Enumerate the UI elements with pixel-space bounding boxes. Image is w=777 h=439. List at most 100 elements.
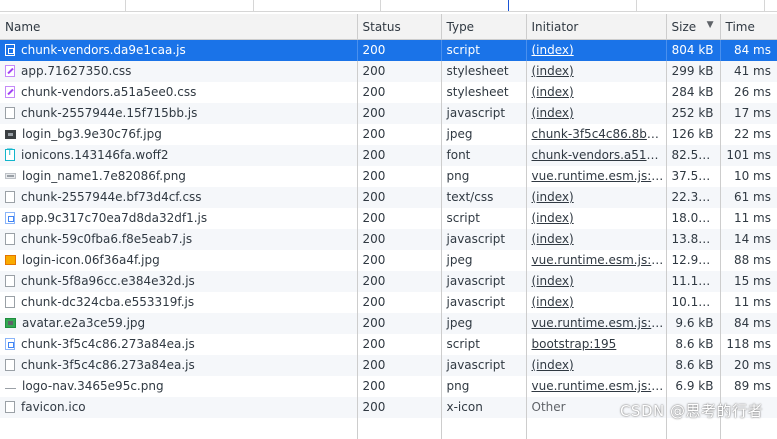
request-status: 200: [356, 270, 441, 292]
timeline-overview[interactable]: [0, 0, 777, 12]
request-initiator-cell: (index): [525, 354, 666, 376]
file-type-icon: [5, 233, 15, 245]
request-initiator[interactable]: (index): [532, 43, 574, 57]
request-status: 200: [356, 39, 441, 61]
request-initiator[interactable]: chunk-vendors.a51a5e...: [532, 148, 667, 162]
file-type-icon: [5, 148, 15, 161]
request-row[interactable]: login-icon.06f36a4f.jpg 200 jpeg vue.runtim…: [0, 249, 777, 271]
request-status: 200: [356, 228, 441, 250]
timeline-tick: [380, 0, 381, 11]
request-row[interactable]: app.71627350.css 200 stylesheet (index) 299 …: [0, 60, 777, 82]
request-row[interactable]: app.9c317c70ea7d8da32df1.js 200 script (ind…: [0, 207, 777, 229]
request-name: chunk-3f5c4c86.273a84ea.js: [21, 337, 195, 351]
request-initiator[interactable]: (index): [532, 106, 574, 120]
request-time: 61 ms: [719, 186, 777, 208]
request-type: javascript: [440, 291, 526, 313]
request-name: avatar.e2a3ce59.jpg: [22, 316, 146, 330]
request-type: javascript: [440, 270, 526, 292]
timeline-tick: [253, 0, 254, 11]
request-size: 10.1 kB: [665, 291, 720, 313]
request-name: favicon.ico: [21, 400, 86, 414]
request-status: 200: [356, 165, 441, 187]
request-status: 200: [356, 60, 441, 82]
file-type-icon: [5, 359, 15, 371]
request-initiator-cell: vue.runtime.esm.js:6785: [525, 375, 667, 397]
request-name-cell: logo-nav.3465e95c.png: [0, 376, 357, 397]
column-header-status[interactable]: Status: [356, 14, 441, 40]
request-initiator-cell: vue.runtime.esm.js:6785: [525, 249, 667, 271]
request-initiator-cell: vue.runtime.esm.js:6785: [525, 312, 667, 334]
request-initiator[interactable]: (index): [532, 64, 574, 78]
request-row[interactable]: chunk-2557944e.15f715bb.js 200 javascript (…: [0, 102, 777, 124]
request-initiator[interactable]: vue.runtime.esm.js:6785: [532, 379, 667, 393]
request-initiator[interactable]: (index): [532, 295, 574, 309]
request-size: 82.5 kB: [665, 144, 720, 166]
request-name: ionicons.143146fa.woff2: [21, 148, 169, 162]
request-type: x-icon: [440, 396, 526, 418]
request-status: 200: [356, 312, 441, 334]
request-type: text/css: [440, 186, 526, 208]
request-initiator-cell: (index): [525, 228, 666, 250]
request-time: 41 ms: [719, 60, 777, 82]
request-row[interactable]: chunk-3f5c4c86.273a84ea.js 200 javascript (…: [0, 354, 777, 376]
file-type-icon: [5, 318, 16, 328]
request-initiator-cell: (index): [525, 102, 666, 124]
request-time: 15 ms: [719, 270, 777, 292]
request-initiator[interactable]: (index): [532, 190, 574, 204]
request-initiator-cell: (index): [525, 186, 666, 208]
request-row[interactable]: chunk-vendors.a51a5ee0.css 200 stylesheet (…: [0, 81, 777, 103]
request-row[interactable]: chunk-dc324cba.e553319f.js 200 javascript (…: [0, 291, 777, 313]
table-header-row: Name Status Type Initiator Size ▼ Time: [0, 14, 777, 40]
request-row[interactable]: chunk-59c0fba6.f8e5eab7.js 200 javascript (…: [0, 228, 777, 250]
request-name-cell: chunk-3f5c4c86.273a84ea.js: [0, 354, 357, 376]
request-row[interactable]: chunk-5f8a96cc.e384e32d.js 200 javascript (…: [0, 270, 777, 292]
request-size: 37.5 kB: [665, 165, 720, 187]
request-type: jpeg: [440, 123, 526, 145]
file-type-icon: [5, 401, 15, 413]
request-row[interactable]: avatar.e2a3ce59.jpg 200 jpeg vue.runtime.es…: [0, 312, 777, 334]
request-initiator[interactable]: (index): [532, 232, 574, 246]
request-initiator[interactable]: (index): [532, 358, 574, 372]
request-name: chunk-59c0fba6.f8e5eab7.js: [21, 232, 193, 246]
request-initiator[interactable]: (index): [532, 274, 574, 288]
request-initiator[interactable]: vue.runtime.esm.js:6785: [532, 169, 667, 183]
request-initiator[interactable]: bootstrap:195: [532, 337, 617, 351]
timeline-tick: [636, 0, 637, 11]
request-time: 22 ms: [719, 123, 777, 145]
request-initiator[interactable]: (index): [532, 85, 574, 99]
request-time: 84 ms: [719, 312, 777, 334]
request-row[interactable]: ionicons.143146fa.woff2 200font chunk-vend…: [0, 144, 777, 166]
request-status: 200: [356, 81, 441, 103]
request-status: 200: [356, 186, 441, 208]
column-header-name[interactable]: Name: [0, 14, 357, 40]
request-size: 8.6 kB: [665, 333, 720, 355]
request-name: login_name1.7e82086f.png: [22, 169, 186, 183]
request-initiator[interactable]: (index): [532, 211, 574, 225]
request-row[interactable]: login_name1.7e82086f.png 200 png vue.runtim…: [0, 165, 777, 187]
request-row[interactable]: logo-nav.3465e95c.png 200 png vue.runtime.e…: [0, 375, 777, 397]
request-name: chunk-2557944e.bf73d4cf.css: [21, 190, 202, 204]
request-initiator[interactable]: chunk-3f5c4c86.8b8b2...: [532, 127, 667, 141]
request-row[interactable]: chunk-3f5c4c86.273a84ea.js 200 script boots…: [0, 333, 777, 355]
request-name-cell: app.9c317c70ea7d8da32df1.js: [0, 208, 357, 229]
column-header-initiator[interactable]: Initiator: [525, 14, 666, 40]
request-size: 9.6 kB: [665, 312, 720, 334]
column-header-size[interactable]: Size ▼: [665, 14, 720, 40]
request-initiator[interactable]: vue.runtime.esm.js:6785: [532, 253, 667, 267]
request-row[interactable]: login_bg3.9e30c76f.jpg 200 jpeg chunk-3f5c4…: [0, 123, 777, 145]
request-row[interactable]: chunk-vendors.da9e1caa.js 200 script (index…: [0, 39, 777, 61]
request-type: javascript: [440, 102, 526, 124]
column-header-type[interactable]: Type: [440, 14, 526, 40]
request-size: 299 kB: [665, 60, 720, 82]
request-type: jpeg: [440, 249, 526, 271]
request-type: script: [440, 39, 526, 61]
request-name: logo-nav.3465e95c.png: [22, 379, 164, 393]
timeline-tick: [125, 0, 126, 11]
request-size: 252 kB: [665, 102, 720, 124]
column-header-time[interactable]: Time: [719, 14, 777, 40]
request-name-cell: app.71627350.css: [0, 60, 357, 82]
request-name-cell: chunk-3f5c4c86.273a84ea.js: [0, 334, 357, 355]
request-status: 200: [356, 102, 441, 124]
request-initiator[interactable]: vue.runtime.esm.js:6785: [532, 316, 667, 330]
request-row[interactable]: chunk-2557944e.bf73d4cf.css 200 text/css (i…: [0, 186, 777, 208]
